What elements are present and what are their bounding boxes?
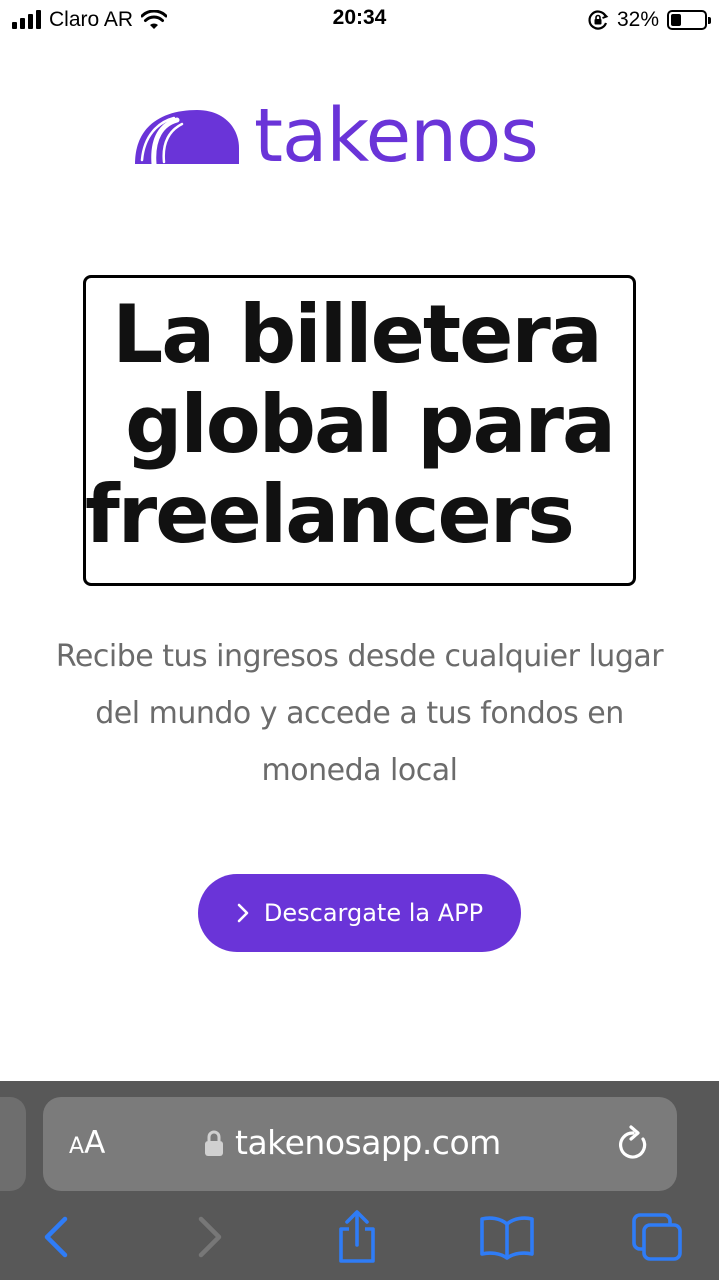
bookmarks-button[interactable]: [477, 1208, 537, 1266]
share-button[interactable]: [327, 1208, 387, 1266]
tabs-button[interactable]: [628, 1208, 688, 1266]
reload-icon[interactable]: [615, 1125, 651, 1163]
battery-level: [671, 14, 681, 26]
subtitle-line-3: moneda local: [261, 753, 458, 788]
lock-icon: [205, 1130, 223, 1156]
orientation-lock-icon: [588, 10, 609, 30]
address-bar[interactable]: AA takenosapp.com: [43, 1097, 677, 1191]
bookmarks-icon: [480, 1216, 534, 1260]
text-size-big-a: A: [84, 1125, 106, 1161]
chevron-right-icon: [237, 903, 249, 923]
headline-line-1: La billetera: [112, 288, 603, 381]
back-button[interactable]: [26, 1208, 86, 1266]
share-icon: [339, 1210, 375, 1263]
status-bar: Claro AR 20:34 32%: [0, 0, 719, 40]
back-icon: [44, 1216, 68, 1258]
tabs-icon: [632, 1213, 682, 1261]
text-size-small-a: A: [69, 1134, 85, 1159]
forward-button[interactable]: [180, 1208, 240, 1266]
hero-headline: La billetera global para freelancers: [83, 290, 636, 560]
download-app-label: Descargate la APP: [263, 899, 484, 927]
previous-tab-preview[interactable]: [0, 1097, 26, 1191]
headline-line-2: global para: [125, 378, 616, 471]
battery-percentage: 32%: [616, 8, 659, 31]
logo-wordmark: takenos: [254, 93, 539, 179]
taco-logo-icon: [135, 110, 239, 166]
battery-icon: [667, 10, 711, 30]
forward-icon: [198, 1216, 222, 1258]
hero-subtitle: Recibe tus ingresos desde cualquier luga…: [0, 628, 719, 799]
subtitle-line-1: Recibe tus ingresos desde cualquier luga…: [55, 639, 664, 674]
url-text: takenosapp.com: [235, 1123, 501, 1162]
status-right: 32%: [587, 6, 711, 34]
screen: Claro AR 20:34 32% takenos La billetera …: [0, 0, 719, 1280]
headline-line-3: freelancers: [85, 468, 575, 561]
subtitle-line-2: del mundo y accede a tus fondos en: [95, 696, 624, 731]
url-display[interactable]: takenosapp.com: [203, 1123, 501, 1162]
download-app-button[interactable]: Descargate la APP: [198, 874, 521, 952]
text-size-button[interactable]: AA: [69, 1125, 105, 1161]
takenos-logo[interactable]: takenos: [132, 93, 539, 179]
